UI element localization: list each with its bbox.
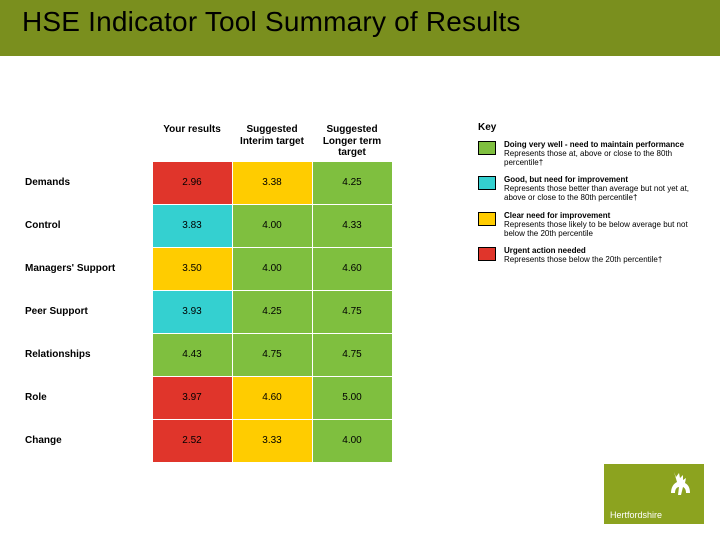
table-row: Managers' Support3.504.004.60	[24, 247, 392, 290]
page-title: HSE Indicator Tool Summary of Results	[22, 6, 521, 38]
table-row: Peer Support3.934.254.75	[24, 290, 392, 333]
row-label: Peer Support	[24, 290, 152, 333]
table-body: Demands2.963.384.25Control3.834.004.33Ma…	[24, 161, 392, 462]
col-header-your: Your results	[152, 122, 232, 161]
title-bar: HSE Indicator Tool Summary of Results	[0, 0, 720, 56]
row-label: Relationships	[24, 333, 152, 376]
cell-your: 3.97	[152, 376, 232, 419]
cell-your: 3.93	[152, 290, 232, 333]
cell-longer: 5.00	[312, 376, 392, 419]
legend-text: Doing very well - need to maintain perfo…	[504, 140, 698, 168]
cell-interim: 4.25	[232, 290, 312, 333]
col-header-interim: Suggested Interim target	[232, 122, 312, 161]
legend-item: Good, but need for improvementRepresents…	[478, 175, 698, 203]
legend-text: Good, but need for improvementRepresents…	[504, 175, 698, 203]
col-header-blank	[24, 122, 152, 161]
results-table: Your results Suggested Interim target Su…	[24, 122, 393, 463]
cell-interim: 4.75	[232, 333, 312, 376]
legend-item: Urgent action neededRepresents those bel…	[478, 246, 698, 264]
col-header-longer: Suggested Longer term target	[312, 122, 392, 161]
legend: Key Doing very well - need to maintain p…	[478, 122, 698, 273]
cell-interim: 4.00	[232, 247, 312, 290]
row-label: Change	[24, 419, 152, 462]
deer-icon	[664, 470, 698, 504]
legend-swatch	[478, 212, 496, 226]
cell-interim: 3.38	[232, 161, 312, 204]
cell-your: 3.50	[152, 247, 232, 290]
legend-text: Clear need for improvementRepresents tho…	[504, 211, 698, 239]
cell-your: 2.52	[152, 419, 232, 462]
row-label: Control	[24, 204, 152, 247]
row-label: Managers' Support	[24, 247, 152, 290]
cell-your: 2.96	[152, 161, 232, 204]
table-row: Demands2.963.384.25	[24, 161, 392, 204]
row-label: Role	[24, 376, 152, 419]
table-header-row: Your results Suggested Interim target Su…	[24, 122, 392, 161]
cell-longer: 4.00	[312, 419, 392, 462]
cell-longer: 4.75	[312, 290, 392, 333]
cell-longer: 4.33	[312, 204, 392, 247]
row-label: Demands	[24, 161, 152, 204]
content-area: Your results Suggested Interim target Su…	[0, 56, 720, 540]
table-row: Change2.523.334.00	[24, 419, 392, 462]
cell-interim: 4.60	[232, 376, 312, 419]
legend-item: Doing very well - need to maintain perfo…	[478, 140, 698, 168]
legend-text: Urgent action neededRepresents those bel…	[504, 246, 662, 264]
cell-longer: 4.75	[312, 333, 392, 376]
table-row: Control3.834.004.33	[24, 204, 392, 247]
cell-longer: 4.25	[312, 161, 392, 204]
legend-items: Doing very well - need to maintain perfo…	[478, 140, 698, 265]
cell-your: 3.83	[152, 204, 232, 247]
cell-your: 4.43	[152, 333, 232, 376]
cell-longer: 4.60	[312, 247, 392, 290]
logo-text: Hertfordshire	[610, 510, 662, 520]
table-row: Relationships4.434.754.75	[24, 333, 392, 376]
legend-swatch	[478, 176, 496, 190]
legend-item: Clear need for improvementRepresents tho…	[478, 211, 698, 239]
cell-interim: 3.33	[232, 419, 312, 462]
cell-interim: 4.00	[232, 204, 312, 247]
hertfordshire-logo: Hertfordshire	[604, 464, 704, 524]
legend-swatch	[478, 141, 496, 155]
legend-swatch	[478, 247, 496, 261]
table-row: Role3.974.605.00	[24, 376, 392, 419]
legend-title: Key	[478, 122, 698, 134]
